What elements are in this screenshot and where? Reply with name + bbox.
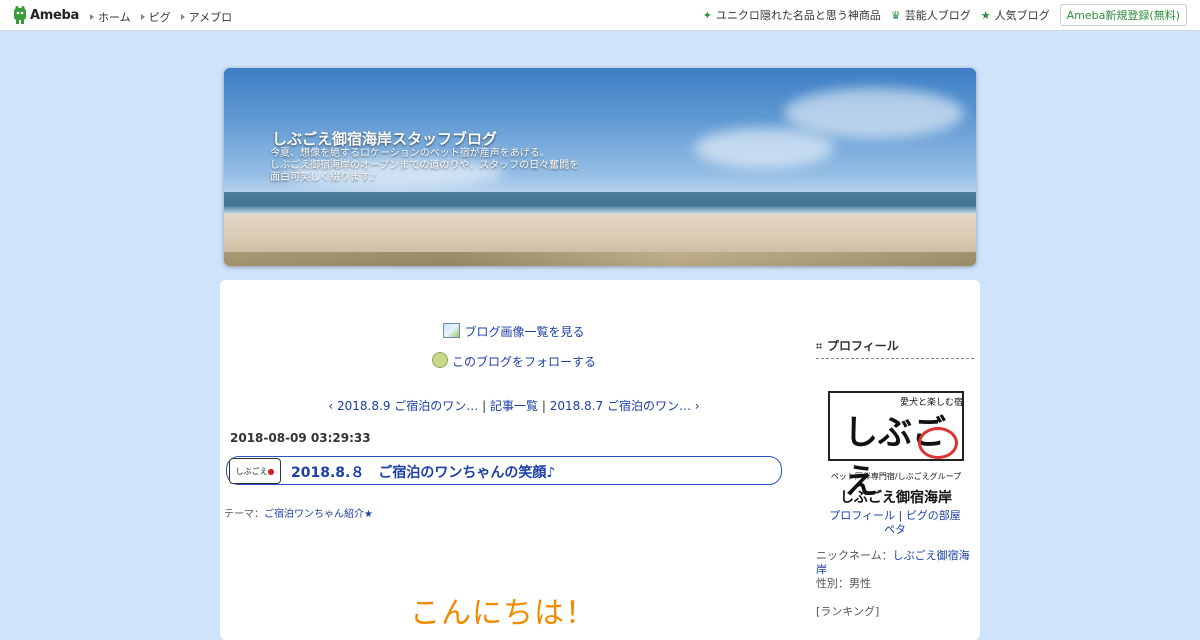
sidebar: プロフィール 愛犬と楽しむ宿 しぶごえ ペット同伴専門宿/しぶごえグループ しぶ… [816,337,974,619]
ameba-logo-text: Ameba [30,7,80,23]
entry-title[interactable]: 2018.8.８ ご宿泊のワンちゃんの笑顔♪ [291,462,555,482]
nav-pigg[interactable]: ピグ [140,9,171,25]
profile-heading-label: プロフィール [827,339,899,353]
crown-icon: ♛ [890,8,901,22]
profile-image[interactable]: 愛犬と楽しむ宿 しぶごえ ペット同伴専門宿/しぶごえグループ しぶごえ御宿海岸 [822,389,970,507]
gender: 性別：男性 [816,577,871,590]
image-list-link[interactable]: ブログ画像一覧を見る [464,325,584,339]
star-icon: ★ [980,8,991,22]
pager-separator: | [482,399,487,413]
pigg-room-link[interactable]: ピグの部屋 [906,509,961,522]
image-list-row: ブログ画像一覧を見る [220,323,808,340]
header-link-popular-label: 人気ブログ [994,9,1050,22]
chevron-left-icon: ‹ [328,399,334,413]
ameba-logo[interactable]: Ameba [13,6,79,24]
entry-theme-link[interactable]: ご宿泊ワンちゃん紹介★ [264,509,373,520]
header-link-popular[interactable]: ★ 人気ブログ [981,7,1050,23]
follow-row: このブログをフォローする [220,352,808,370]
header-link-uniqlo[interactable]: ✦ ユニクロ隠れた名品と思う神商品 [703,7,881,23]
profile-heading: プロフィール [816,337,974,359]
nickname-label: ニックネーム： [816,549,893,562]
nav-ameblo-label: アメブロ [188,11,233,24]
ameba-logo-icon [14,6,26,24]
blog-header-banner: しぶごえ御宿海岸スタッフブログ 今夏、想像を絶するロケーションのペット宿が産声を… [224,68,976,266]
banner-sea [224,192,976,214]
follow-icon [431,352,448,368]
nav-home-label: ホーム [98,11,131,24]
prev-entry-link[interactable]: 2018.8.9 ご宿泊のワン… [337,399,478,413]
header-link-uniqlo-label: ユニクロ隠れた名品と思う神商品 [715,9,881,22]
pager-separator: | [541,399,546,413]
entry-greeting: こんにちは！ [410,596,596,631]
register-button[interactable]: Ameba新規登録(無料) [1059,4,1187,26]
nav-home[interactable]: ホーム [90,9,131,25]
profile-info: ニックネーム：しぶごえ御宿海岸 性別：男性 [ランキング] [816,549,974,619]
blog-description-line: しぶごえ御宿海岸のオープンまでの道のりや、スタッフの日々奮闘を [270,160,580,171]
blog-title[interactable]: しぶごえ御宿海岸スタッフブログ [272,128,497,149]
entry-theme-label: テーマ： [224,509,264,520]
ranking-label: [ランキング] [816,605,880,618]
header-link-celebrity[interactable]: ♛ 芸能人ブログ [891,7,971,23]
entry-date: 2018-08-09 03:29:33 [230,431,371,445]
triangle-icon [180,14,185,20]
shibugoe-logo-icon: しぶごえ ● [229,458,281,484]
chevron-right-icon: › [694,399,700,413]
blog-description-line: 面白可笑しく綴ります♪ [270,172,377,183]
profile-link[interactable]: プロフィール [829,509,895,522]
follow-link[interactable]: このブログをフォローする [452,355,596,369]
next-entry-link[interactable]: 2018.8.7 ご宿泊のワン… [550,399,691,413]
nav-ameblo[interactable]: アメブロ [180,9,233,25]
triangle-icon [90,14,94,20]
dots-icon [816,342,822,349]
paw-icon [918,427,958,459]
header-links: ✦ ユニクロ隠れた名品と思う神商品 ♛ 芸能人ブログ ★ 人気ブログ Ameba新規登… [703,0,1200,30]
sparkle-icon: ✦ [702,8,712,22]
profile-links: プロフィール | ピグの部屋 ペタ [829,509,961,536]
profile-image-name: しぶごえ御宿海岸 [840,490,952,506]
nav-pigg-label: ピグ [148,11,171,24]
banner-cloud [694,128,834,168]
content-panel: ブログ画像一覧を見る このブログをフォローする ‹ 2018.8.9 ご宿泊のワ… [220,280,980,640]
blog-description: 今夏、想像を絶するロケーションのペット宿が産声をあげる。 しぶごえ御宿海岸のオー… [270,148,650,184]
entry-pager: ‹ 2018.8.9 ご宿泊のワン… | 記事一覧 | 2018.8.7 ご宿泊… [220,397,808,414]
blog-description-line: 今夏、想像を絶するロケーションのペット宿が産声をあげる。 [270,148,550,159]
header-link-celebrity-label: 芸能人ブログ [904,9,971,22]
triangle-icon [140,14,145,20]
global-header: Ameba ホーム ピグ アメブロ ✦ ユニクロ隠れた名品と思う神商品 ♛ 芸能人ブ… [0,0,1200,31]
image-gallery-icon [443,323,461,338]
global-nav: ホーム ピグ アメブロ [90,9,232,25]
peta-link[interactable]: ペタ [884,523,906,536]
banner-cloud [784,88,964,138]
entry-title-box: しぶごえ ● 2018.8.８ ご宿泊のワンちゃんの笑顔♪ [226,456,782,485]
entry-theme: テーマ：ご宿泊ワンちゃん紹介★ [224,505,373,520]
profile-image-caption: ペット同伴専門宿/しぶごえグループ [830,472,962,481]
entry-list-link[interactable]: 記事一覧 [490,399,538,413]
banner-grass [224,252,976,266]
